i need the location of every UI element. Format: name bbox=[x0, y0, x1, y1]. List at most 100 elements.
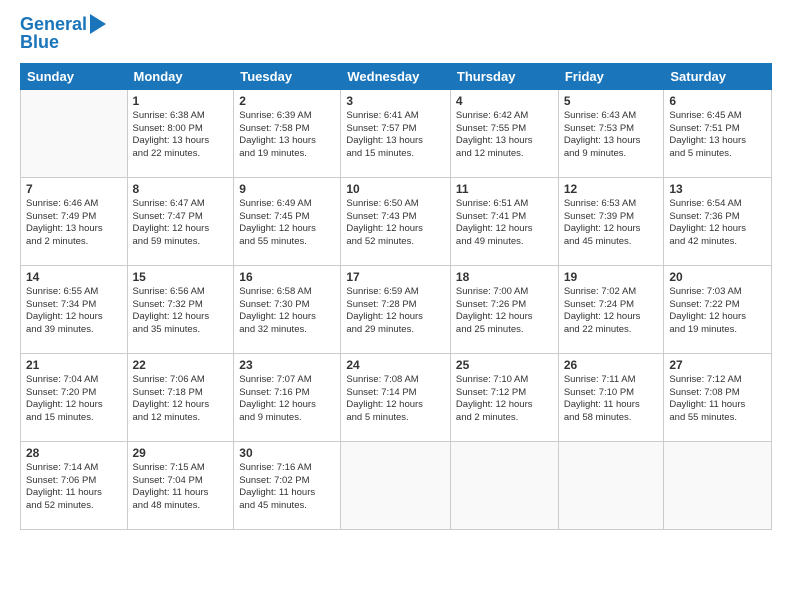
day-cell: 30 Sunrise: 7:16 AM Sunset: 7:02 PM Dayli… bbox=[234, 441, 341, 529]
day-info: Sunrise: 6:45 AM Sunset: 7:51 PM Dayligh… bbox=[669, 110, 766, 161]
day-cell: 13 Sunrise: 6:54 AM Sunset: 7:36 PM Dayli… bbox=[664, 177, 772, 265]
weekday-header-wednesday: Wednesday bbox=[341, 63, 451, 89]
logo: General Blue bbox=[20, 15, 106, 53]
day-cell: 5 Sunrise: 6:43 AM Sunset: 7:53 PM Daylig… bbox=[558, 89, 664, 177]
day-number: 9 bbox=[239, 182, 335, 196]
day-info: Sunrise: 7:06 AM Sunset: 7:18 PM Dayligh… bbox=[133, 374, 229, 425]
day-cell: 18 Sunrise: 7:00 AM Sunset: 7:26 PM Dayli… bbox=[450, 265, 558, 353]
day-cell: 3 Sunrise: 6:41 AM Sunset: 7:57 PM Daylig… bbox=[341, 89, 451, 177]
day-cell: 4Sunrise: 6:42 AM Sunset: 7:55 PM Daylig… bbox=[450, 89, 558, 177]
day-cell bbox=[664, 441, 772, 529]
calendar-page: General Blue SundayMondayTuesdayWednesda… bbox=[0, 0, 792, 612]
day-number: 22 bbox=[133, 358, 229, 372]
day-number: 14 bbox=[26, 270, 122, 284]
weekday-header-tuesday: Tuesday bbox=[234, 63, 341, 89]
day-number: 4 bbox=[456, 94, 553, 108]
day-cell: 11 Sunrise: 6:51 AM Sunset: 7:41 PM Dayli… bbox=[450, 177, 558, 265]
day-number: 17 bbox=[346, 270, 445, 284]
day-cell: 19Sunrise: 7:02 AM Sunset: 7:24 PM Dayli… bbox=[558, 265, 664, 353]
day-number: 19 bbox=[564, 270, 659, 284]
day-info: Sunrise: 6:59 AM Sunset: 7:28 PM Dayligh… bbox=[346, 286, 445, 337]
day-info: Sunrise: 7:00 AM Sunset: 7:26 PM Dayligh… bbox=[456, 286, 553, 337]
day-number: 25 bbox=[456, 358, 553, 372]
week-row-5: 28 Sunrise: 7:14 AM Sunset: 7:06 PM Dayli… bbox=[21, 441, 772, 529]
day-info: Sunrise: 6:41 AM Sunset: 7:57 PM Dayligh… bbox=[346, 110, 445, 161]
weekday-header-row: SundayMondayTuesdayWednesdayThursdayFrid… bbox=[21, 63, 772, 89]
day-info: Sunrise: 6:46 AM Sunset: 7:49 PM Dayligh… bbox=[26, 198, 122, 249]
day-cell: 20Sunrise: 7:03 AM Sunset: 7:22 PM Dayli… bbox=[664, 265, 772, 353]
header: General Blue bbox=[20, 15, 772, 53]
day-info: Sunrise: 6:39 AM Sunset: 7:58 PM Dayligh… bbox=[239, 110, 335, 161]
day-number: 12 bbox=[564, 182, 659, 196]
day-number: 7 bbox=[26, 182, 122, 196]
day-info: Sunrise: 6:38 AM Sunset: 8:00 PM Dayligh… bbox=[133, 110, 229, 161]
weekday-header-monday: Monday bbox=[127, 63, 234, 89]
day-number: 2 bbox=[239, 94, 335, 108]
day-info: Sunrise: 6:43 AM Sunset: 7:53 PM Dayligh… bbox=[564, 110, 659, 161]
day-number: 27 bbox=[669, 358, 766, 372]
day-number: 30 bbox=[239, 446, 335, 460]
day-number: 13 bbox=[669, 182, 766, 196]
day-info: Sunrise: 7:14 AM Sunset: 7:06 PM Dayligh… bbox=[26, 462, 122, 513]
day-number: 26 bbox=[564, 358, 659, 372]
day-info: Sunrise: 7:03 AM Sunset: 7:22 PM Dayligh… bbox=[669, 286, 766, 337]
day-number: 15 bbox=[133, 270, 229, 284]
week-row-3: 14 Sunrise: 6:55 AM Sunset: 7:34 PM Dayli… bbox=[21, 265, 772, 353]
day-number: 21 bbox=[26, 358, 122, 372]
calendar-table: SundayMondayTuesdayWednesdayThursdayFrid… bbox=[20, 63, 772, 530]
day-info: Sunrise: 6:56 AM Sunset: 7:32 PM Dayligh… bbox=[133, 286, 229, 337]
day-cell: 27 Sunrise: 7:12 AM Sunset: 7:08 PM Dayli… bbox=[664, 353, 772, 441]
day-cell: 16Sunrise: 6:58 AM Sunset: 7:30 PM Dayli… bbox=[234, 265, 341, 353]
weekday-header-sunday: Sunday bbox=[21, 63, 128, 89]
day-cell: 17 Sunrise: 6:59 AM Sunset: 7:28 PM Dayli… bbox=[341, 265, 451, 353]
day-info: Sunrise: 7:16 AM Sunset: 7:02 PM Dayligh… bbox=[239, 462, 335, 513]
day-info: Sunrise: 6:50 AM Sunset: 7:43 PM Dayligh… bbox=[346, 198, 445, 249]
day-cell: 26 Sunrise: 7:11 AM Sunset: 7:10 PM Dayli… bbox=[558, 353, 664, 441]
weekday-header-saturday: Saturday bbox=[664, 63, 772, 89]
day-info: Sunrise: 7:04 AM Sunset: 7:20 PM Dayligh… bbox=[26, 374, 122, 425]
day-number: 6 bbox=[669, 94, 766, 108]
day-cell: 23 Sunrise: 7:07 AM Sunset: 7:16 PM Dayli… bbox=[234, 353, 341, 441]
day-info: Sunrise: 6:55 AM Sunset: 7:34 PM Dayligh… bbox=[26, 286, 122, 337]
day-cell: 29 Sunrise: 7:15 AM Sunset: 7:04 PM Dayli… bbox=[127, 441, 234, 529]
day-cell: 8 Sunrise: 6:47 AM Sunset: 7:47 PM Daylig… bbox=[127, 177, 234, 265]
day-number: 1 bbox=[133, 94, 229, 108]
day-number: 10 bbox=[346, 182, 445, 196]
day-cell: 1 Sunrise: 6:38 AM Sunset: 8:00 PM Daylig… bbox=[127, 89, 234, 177]
day-number: 8 bbox=[133, 182, 229, 196]
day-cell: 25 Sunrise: 7:10 AM Sunset: 7:12 PM Dayli… bbox=[450, 353, 558, 441]
day-info: Sunrise: 7:07 AM Sunset: 7:16 PM Dayligh… bbox=[239, 374, 335, 425]
logo-blue: Blue bbox=[20, 32, 106, 53]
day-number: 29 bbox=[133, 446, 229, 460]
week-row-4: 21 Sunrise: 7:04 AM Sunset: 7:20 PM Dayli… bbox=[21, 353, 772, 441]
day-cell: 6 Sunrise: 6:45 AM Sunset: 7:51 PM Daylig… bbox=[664, 89, 772, 177]
day-info: Sunrise: 6:53 AM Sunset: 7:39 PM Dayligh… bbox=[564, 198, 659, 249]
weekday-header-friday: Friday bbox=[558, 63, 664, 89]
day-cell: 15 Sunrise: 6:56 AM Sunset: 7:32 PM Dayli… bbox=[127, 265, 234, 353]
day-cell: 12 Sunrise: 6:53 AM Sunset: 7:39 PM Dayli… bbox=[558, 177, 664, 265]
day-number: 11 bbox=[456, 182, 553, 196]
day-number: 3 bbox=[346, 94, 445, 108]
day-info: Sunrise: 6:54 AM Sunset: 7:36 PM Dayligh… bbox=[669, 198, 766, 249]
day-number: 28 bbox=[26, 446, 122, 460]
day-number: 5 bbox=[564, 94, 659, 108]
day-number: 24 bbox=[346, 358, 445, 372]
day-cell bbox=[341, 441, 451, 529]
day-cell: 10 Sunrise: 6:50 AM Sunset: 7:43 PM Dayli… bbox=[341, 177, 451, 265]
day-info: Sunrise: 6:47 AM Sunset: 7:47 PM Dayligh… bbox=[133, 198, 229, 249]
logo-icon bbox=[90, 14, 106, 34]
day-cell: 2 Sunrise: 6:39 AM Sunset: 7:58 PM Daylig… bbox=[234, 89, 341, 177]
week-row-2: 7 Sunrise: 6:46 AM Sunset: 7:49 PM Daylig… bbox=[21, 177, 772, 265]
day-number: 18 bbox=[456, 270, 553, 284]
day-cell: 9 Sunrise: 6:49 AM Sunset: 7:45 PM Daylig… bbox=[234, 177, 341, 265]
day-info: Sunrise: 6:49 AM Sunset: 7:45 PM Dayligh… bbox=[239, 198, 335, 249]
day-info: Sunrise: 7:15 AM Sunset: 7:04 PM Dayligh… bbox=[133, 462, 229, 513]
day-info: Sunrise: 7:10 AM Sunset: 7:12 PM Dayligh… bbox=[456, 374, 553, 425]
day-info: Sunrise: 7:11 AM Sunset: 7:10 PM Dayligh… bbox=[564, 374, 659, 425]
day-number: 23 bbox=[239, 358, 335, 372]
day-cell: 14 Sunrise: 6:55 AM Sunset: 7:34 PM Dayli… bbox=[21, 265, 128, 353]
week-row-1: 1 Sunrise: 6:38 AM Sunset: 8:00 PM Daylig… bbox=[21, 89, 772, 177]
day-info: Sunrise: 7:12 AM Sunset: 7:08 PM Dayligh… bbox=[669, 374, 766, 425]
day-info: Sunrise: 6:51 AM Sunset: 7:41 PM Dayligh… bbox=[456, 198, 553, 249]
day-cell bbox=[21, 89, 128, 177]
